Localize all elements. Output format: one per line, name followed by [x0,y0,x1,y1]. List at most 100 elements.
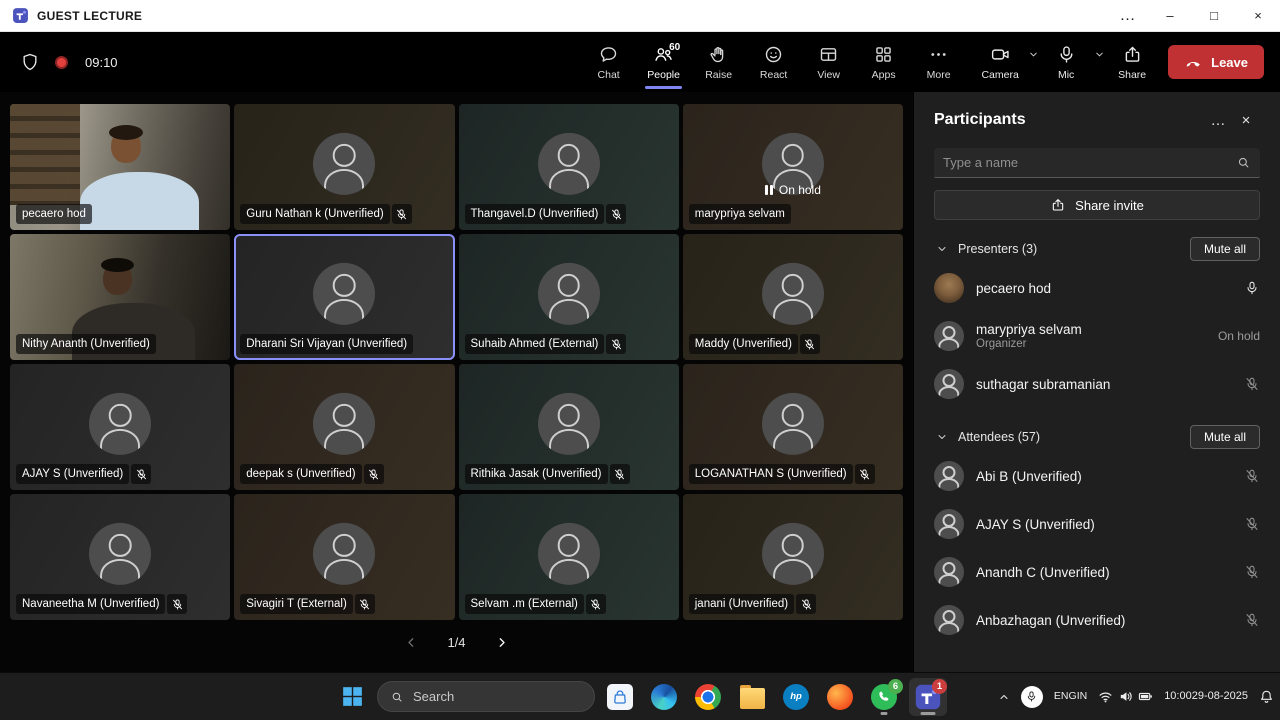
mic-off-icon [606,204,627,224]
browser-orange-icon[interactable] [821,678,859,716]
mic-off-icon[interactable] [1244,516,1260,532]
mic-on-icon[interactable] [1244,280,1260,296]
network-volume-battery-cluster[interactable] [1098,689,1153,704]
participants-panel: Participants … × Share invite Presenters… [913,92,1280,672]
tab-raise[interactable]: Raise [691,33,746,91]
video-tile-pecaero-hod[interactable]: pecaero hod [10,104,231,230]
mute-all-attendees-button[interactable]: Mute all [1189,425,1260,449]
share-invite-button[interactable]: Share invite [934,190,1260,220]
collapse-attendees-chevron-icon[interactable] [934,429,950,445]
on-hold-status: On hold [1217,329,1260,343]
video-tile-deepak[interactable]: deepak s (Unverified) [234,364,455,490]
next-page-button[interactable] [494,635,509,650]
mic-off-icon[interactable] [1244,612,1260,628]
microsoft-store-icon[interactable] [601,678,639,716]
tray-mic-icon[interactable] [1020,685,1043,708]
video-tile-thangavel[interactable]: Thangavel.D (Unverified) [458,104,679,230]
view-icon [818,44,839,65]
attendees-header-label: Attendees (57) [958,430,1040,444]
leave-button[interactable]: Leave [1168,45,1264,79]
share-invite-icon [1050,197,1066,213]
participant-name-label: Thangavel.D (Unverified) [464,204,605,224]
mute-all-presenters-button[interactable]: Mute all [1189,237,1260,261]
video-tile-ajay[interactable]: AJAY S (Unverified) [10,364,231,490]
mic-button[interactable]: Mic [1042,33,1090,91]
search-icon [1236,155,1251,170]
share-icon [1122,44,1143,65]
tab-apps[interactable]: Apps [856,33,911,91]
apps-icon [873,44,894,65]
participants-search [934,148,1260,178]
chrome-browser-icon[interactable] [689,678,727,716]
avatar [934,509,964,539]
person-torso [80,172,200,230]
hp-app-icon[interactable]: hp [777,678,815,716]
video-tile-janani[interactable]: janani (Unverified) [682,494,903,620]
mic-off-icon [854,464,875,484]
mic-off-icon [796,594,817,614]
volume-icon [1118,689,1133,704]
participant-row-ajay[interactable]: AJAY S (Unverified) [934,500,1260,548]
clock-and-date[interactable]: 10:00 29-08-2025 [1164,689,1248,703]
participant-row-pecaero-hod[interactable]: pecaero hod [934,264,1260,312]
close-button[interactable]: × [1236,0,1280,31]
video-tile-navaneetha[interactable]: Navaneetha M (Unverified) [10,494,231,620]
participant-row-abi[interactable]: Abi B (Unverified) [934,452,1260,500]
whatsapp-icon[interactable]: 6 [865,678,903,716]
video-tile-sivagiri[interactable]: Sivagiri T (External) [234,494,455,620]
tray-chevron-up-icon[interactable] [998,691,1010,703]
mic-off-icon[interactable] [1244,376,1260,392]
video-tile-suhaib[interactable]: Suhaib Ahmed (External) [458,234,679,360]
participant-row-anbazhagan[interactable]: Anbazhagan (Unverified) [934,596,1260,644]
mic-off-icon[interactable] [1244,468,1260,484]
video-tile-selvam[interactable]: Selvam .m (External) [458,494,679,620]
mic-off-icon [391,204,412,224]
language-indicator[interactable]: ENG IN [1054,690,1087,703]
teams-app-icon[interactable]: 1 [909,677,947,716]
tab-react[interactable]: React [746,33,801,91]
previous-page-button[interactable] [404,635,419,650]
camera-options-chevron[interactable] [1024,33,1042,91]
maximize-button[interactable]: □ [1192,0,1236,31]
battery-icon [1138,689,1153,704]
video-grid: pecaero hod Guru Nathan k (Unverified) T… [10,104,903,620]
edge-browser-icon[interactable] [645,678,683,716]
more-icon [928,44,949,65]
video-tile-nithy-ananth[interactable]: Nithy Ananth (Unverified) [10,234,231,360]
panel-close-button[interactable]: × [1232,108,1260,132]
video-tile-marypriya[interactable]: On hold marypriya selvam [682,104,903,230]
participant-row-anandh[interactable]: Anandh C (Unverified) [934,548,1260,596]
video-tile-guru-nathan[interactable]: Guru Nathan k (Unverified) [234,104,455,230]
avatar [537,392,600,455]
mic-off-icon[interactable] [1244,564,1260,580]
tab-more[interactable]: More [911,33,966,91]
collapse-presenters-chevron-icon[interactable] [934,241,950,257]
mic-options-chevron[interactable] [1090,33,1108,91]
camera-button[interactable]: Camera [976,33,1024,91]
avatar [537,522,600,585]
video-background [10,104,81,205]
notification-bell-icon[interactable] [1259,689,1274,704]
organizer-label: Organizer [976,338,1027,350]
video-tile-maddy[interactable]: Maddy (Unverified) [682,234,903,360]
video-tile-rithika[interactable]: Rithika Jasak (Unverified) [458,364,679,490]
minimize-button[interactable]: – [1148,0,1192,31]
participant-row-marypriya[interactable]: marypriya selvam Organizer On hold [934,312,1260,360]
panel-more-button[interactable]: … [1204,108,1232,132]
taskbar-search-box[interactable]: Search [377,681,595,712]
start-button[interactable] [333,678,371,716]
share-button[interactable]: Share [1108,33,1156,91]
participants-search-input[interactable] [943,155,1230,170]
grid-pagination: 1/4 [10,620,903,664]
tab-people[interactable]: 60 People [636,33,691,91]
participant-name-label: AJAY S (Unverified) [16,464,130,484]
participant-row-suthagar[interactable]: suthagar subramanian [934,360,1260,408]
video-tile-dharani[interactable]: Dharani Sri Vijayan (Unverified) [234,234,455,360]
tray-date: 29-08-2025 [1191,690,1248,703]
tab-chat[interactable]: Chat [581,33,636,91]
avatar [934,273,964,303]
file-explorer-icon[interactable] [733,678,771,716]
titlebar-more-button[interactable]: … [1108,0,1148,31]
tab-view[interactable]: View [801,33,856,91]
video-tile-loganathan[interactable]: LOGANATHAN S (Unverified) [682,364,903,490]
